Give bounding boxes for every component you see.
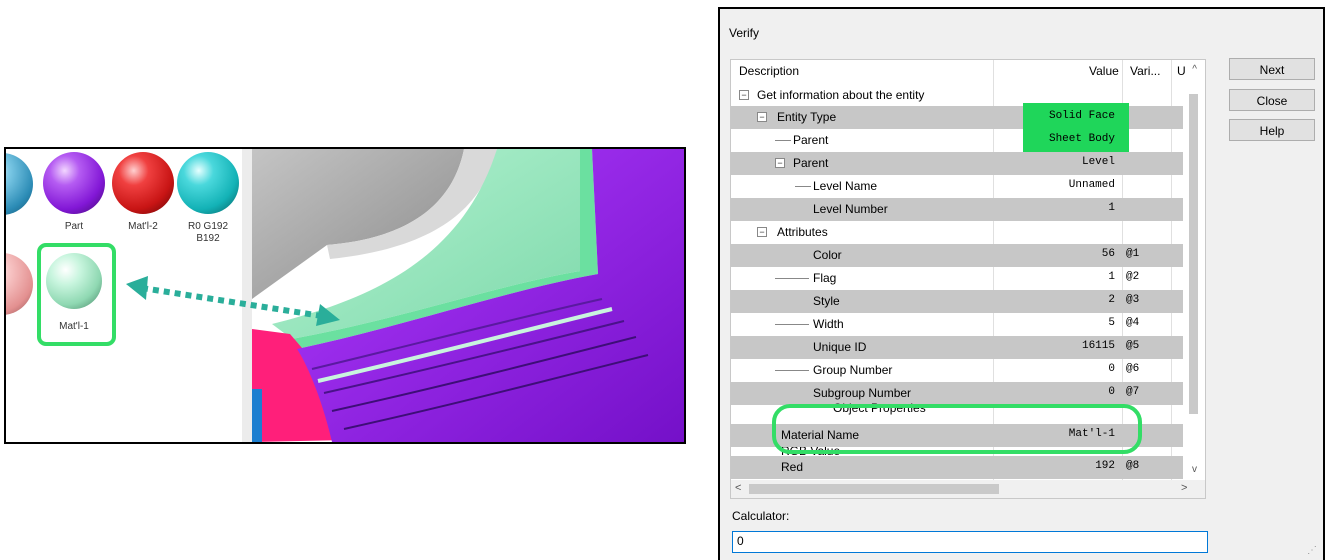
row-variable: @3	[1126, 294, 1140, 306]
tree-connector	[775, 140, 791, 141]
row-value: 5	[1108, 317, 1115, 329]
row-value: 192	[1095, 460, 1115, 472]
collapse-icon[interactable]: −	[775, 158, 785, 168]
row-value: Unnamed	[1068, 179, 1115, 191]
tree-row[interactable]: Level Number 1	[731, 198, 1183, 221]
tree-row[interactable]: Level Name Unnamed	[731, 175, 1183, 198]
material-label: R0 G192	[187, 221, 229, 232]
row-label: Parent	[793, 133, 829, 147]
row-label: Flag	[813, 271, 837, 285]
row-value: 1	[1108, 202, 1115, 214]
row-variable: @1	[1126, 248, 1140, 260]
tree-row[interactable]: Color 56 @1	[731, 244, 1183, 267]
row-label: Color	[813, 248, 842, 262]
material-swatch-matl-2[interactable]	[112, 152, 174, 214]
row-value: 16115	[1081, 340, 1115, 352]
vertical-scroll-thumb[interactable]	[1189, 94, 1198, 414]
tree-connector	[775, 324, 809, 325]
row-label: Get information about the entity	[757, 88, 925, 102]
material-swatch-g128[interactable]	[6, 253, 33, 315]
scroll-left-icon[interactable]: <	[735, 482, 741, 494]
row-label: Attributes	[777, 225, 828, 239]
material-sublabel: B192	[196, 233, 220, 244]
selected-material-highlight	[37, 243, 116, 346]
tree-row[interactable]: Style 2 @3	[731, 290, 1183, 313]
row-value: 0	[1108, 386, 1115, 398]
tree-row[interactable]: − Entity Type Solid Face	[731, 103, 1183, 130]
column-header-description[interactable]: Description	[739, 64, 799, 78]
tree-row[interactable]: Group Number 0 @6	[731, 359, 1183, 382]
tree-connector	[775, 370, 809, 371]
resize-grip-icon[interactable]: ⋰	[1307, 545, 1317, 556]
tree-connector	[795, 186, 811, 187]
row-label: Parent	[793, 156, 829, 170]
row-label: Red	[781, 460, 804, 474]
next-button[interactable]: Next	[1229, 58, 1315, 80]
horizontal-scrollbar[interactable]: < >	[731, 480, 1205, 498]
row-variable: @2	[1126, 271, 1140, 283]
row-variable: @7	[1126, 386, 1140, 398]
material-swatch-128[interactable]	[6, 153, 33, 215]
row-value: 56	[1101, 248, 1115, 260]
material-name-highlight	[772, 404, 1142, 454]
row-variable: @6	[1126, 363, 1140, 375]
scroll-up-icon[interactable]: ^	[1192, 64, 1197, 75]
row-label: Level Name	[813, 179, 878, 193]
dialog-title: Verify	[729, 26, 760, 40]
calculator-label: Calculator:	[732, 509, 790, 523]
row-label: Style	[813, 294, 840, 308]
row-label: Width	[813, 317, 844, 331]
material-label: Mat'l-2	[128, 221, 158, 232]
material-swatch-r0-g192-b192[interactable]	[177, 152, 239, 214]
verify-dialog: Verify Description Value Vari... U − Get…	[718, 7, 1325, 560]
tree-row[interactable]: Flag 1 @2	[731, 267, 1183, 290]
collapse-icon[interactable]: −	[757, 227, 767, 237]
tree-row[interactable]: − Parent Level	[731, 152, 1183, 175]
tree-row[interactable]: Unique ID 16115 @5	[731, 336, 1183, 359]
tree-row[interactable]: Subgroup Number 0 @7	[731, 382, 1183, 405]
tree-row[interactable]: Red 192 @8	[731, 456, 1183, 479]
row-value: 1	[1108, 271, 1115, 283]
collapse-icon[interactable]: −	[739, 90, 749, 100]
tree-row[interactable]: Width 5 @4	[731, 313, 1183, 336]
row-value: 0	[1108, 363, 1115, 375]
horizontal-scroll-thumb[interactable]	[749, 484, 999, 494]
row-value: Sheet Body	[1048, 133, 1115, 145]
row-label: Subgroup Number	[813, 386, 912, 400]
scroll-down-icon[interactable]: v	[1192, 464, 1197, 475]
vertical-scrollbar[interactable]	[1187, 84, 1199, 464]
collapse-icon[interactable]: −	[757, 112, 767, 122]
material-palette-panel: 128 92 Part Mat'l-2 R0 G192 B192 G128 B …	[4, 147, 686, 444]
tree-row[interactable]: − Attributes	[731, 221, 1183, 244]
row-variable: @8	[1126, 460, 1140, 472]
row-value: Solid Face	[1048, 110, 1115, 122]
material-label: Part	[64, 221, 84, 232]
close-button[interactable]: Close	[1229, 89, 1315, 111]
material-swatch-part[interactable]	[43, 152, 105, 214]
row-value: Level	[1081, 156, 1115, 168]
column-header-units[interactable]: U	[1177, 64, 1186, 78]
row-label: Entity Type	[777, 110, 837, 124]
tree-connector	[775, 278, 809, 279]
scroll-right-icon[interactable]: >	[1181, 482, 1187, 494]
calculator-input[interactable]: 0	[732, 531, 1208, 553]
help-button[interactable]: Help	[1229, 119, 1315, 141]
row-label: Level Number	[813, 202, 888, 216]
row-variable: @4	[1126, 317, 1140, 329]
column-header-value[interactable]: Value	[1089, 64, 1119, 78]
row-value: 2	[1108, 294, 1115, 306]
row-variable: @5	[1126, 340, 1140, 352]
row-label: Group Number	[813, 363, 893, 377]
linking-arrow	[126, 276, 340, 326]
tree-row[interactable]: Parent Sheet Body	[731, 127, 1183, 153]
column-header-variable[interactable]: Vari...	[1130, 64, 1160, 78]
row-label: Unique ID	[813, 340, 867, 354]
